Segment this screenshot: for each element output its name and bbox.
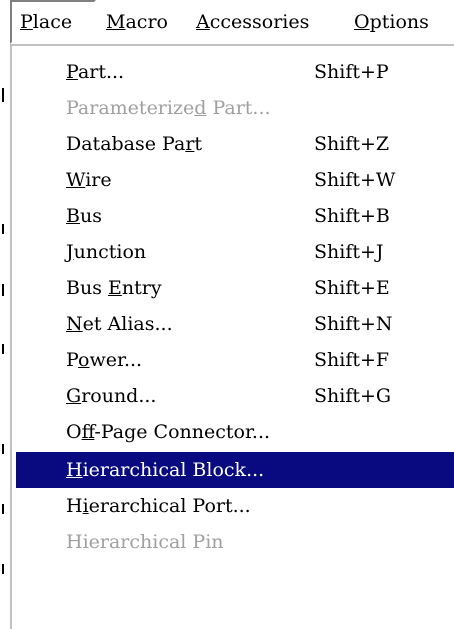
menu-item-label: Bus [66, 205, 102, 227]
menu-item-shortcut: Shift+E [314, 277, 390, 299]
menu-item-label: Part... [66, 61, 125, 83]
menu-item-wire[interactable]: Wire Shift+W [16, 162, 454, 198]
menu-item-label: Hierarchical Pin [66, 531, 224, 553]
menu-item-hierarchical-block[interactable]: Hierarchical Block... [16, 452, 454, 488]
menu-item-label: Ground... [66, 385, 157, 407]
menu-item-bus-entry[interactable]: Bus Entry Shift+E [16, 270, 454, 306]
menu-item-shortcut: Shift+J [314, 241, 384, 263]
menu-place-label: lace [32, 11, 73, 33]
menu-item-power[interactable]: Power... Shift+F [16, 342, 454, 378]
menu-item-bus[interactable]: Bus Shift+B [16, 198, 454, 234]
menu-accessories-label: ccessories [209, 11, 310, 33]
menu-item-hierarchical-port[interactable]: Hierarchical Port... [16, 488, 454, 524]
menu-place-mnemonic: P [20, 11, 33, 33]
menu-item-part[interactable]: Part... Shift+P [16, 54, 454, 90]
menu-accessories[interactable]: Accessories [196, 0, 309, 44]
menu-bar: Place Macro Accessories Options [0, 0, 454, 44]
menu-item-net-alias[interactable]: Net Alias... Shift+N [16, 306, 454, 342]
menu-item-ground[interactable]: Ground... Shift+G [16, 378, 454, 414]
menu-item-label: Off-Page Connector... [66, 421, 271, 443]
menu-options[interactable]: Options [354, 0, 429, 44]
menu-item-off-page-connector[interactable]: Off-Page Connector... [16, 414, 454, 450]
menu-item-shortcut: Shift+W [314, 169, 396, 191]
menu-accessories-mnemonic: A [196, 11, 210, 33]
menu-item-shortcut: Shift+N [314, 313, 393, 335]
menu-macro-mnemonic: M [106, 11, 126, 33]
menu-item-label: Hierarchical Port... [66, 495, 251, 517]
menu-item-parameterized-part: Parameterized Part... [16, 90, 454, 126]
menu-item-label: Junction [66, 241, 147, 263]
menu-item-label: Wire [66, 169, 112, 191]
place-menu-dropdown: Part... Shift+P Parameterized Part... Da… [10, 44, 454, 629]
menu-item-shortcut: Shift+G [314, 385, 392, 407]
menu-item-label: Bus Entry [66, 277, 162, 299]
menu-item-label: Net Alias... [66, 313, 173, 335]
menu-item-label: Parameterized Part... [66, 97, 271, 119]
menu-item-label: Database Part [66, 133, 203, 155]
menu-item-database-part[interactable]: Database Part Shift+Z [16, 126, 454, 162]
menu-item-shortcut: Shift+F [314, 349, 390, 371]
menu-item-shortcut: Shift+Z [314, 133, 390, 155]
menu-options-mnemonic: O [354, 11, 370, 33]
menu-item-hierarchical-pin: Hierarchical Pin [16, 524, 454, 560]
window-edge [0, 44, 10, 629]
menu-item-shortcut: Shift+P [314, 61, 389, 83]
menu-item-label: Power... [66, 349, 143, 371]
menu-macro-label: acro [125, 11, 168, 33]
menu-item-junction[interactable]: Junction Shift+J [16, 234, 454, 270]
menu-place[interactable]: Place [10, 0, 96, 44]
menu-options-label: ptions [369, 11, 429, 33]
menu-macro[interactable]: Macro [106, 0, 168, 44]
menu-item-shortcut: Shift+B [314, 205, 390, 227]
place-menu-list: Part... Shift+P Parameterized Part... Da… [12, 46, 454, 629]
menu-item-label: Hierarchical Block... [66, 459, 265, 481]
